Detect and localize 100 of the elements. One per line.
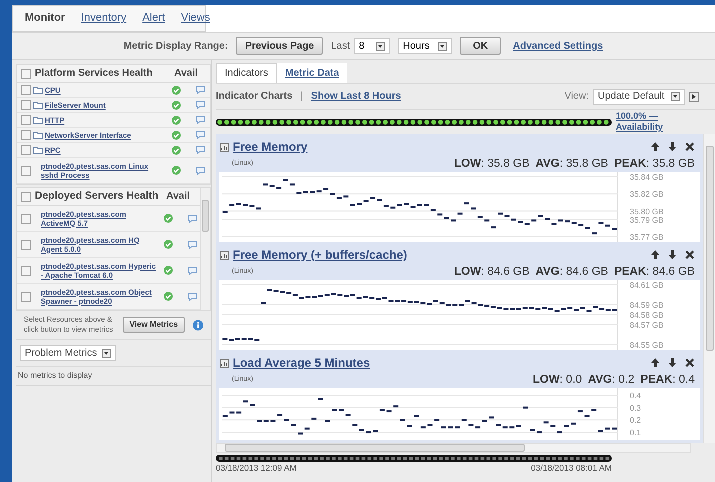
empty-message: No metrics to display — [16, 367, 211, 386]
move-down-icon[interactable] — [668, 142, 677, 152]
data-point — [414, 415, 420, 418]
data-point — [434, 419, 440, 422]
data-point — [598, 430, 604, 432]
scrollbar[interactable] — [703, 134, 715, 443]
close-icon[interactable] — [685, 358, 695, 368]
move-down-icon[interactable] — [668, 358, 677, 368]
checkbox[interactable] — [21, 115, 31, 125]
data-point — [471, 208, 476, 210]
content-tab[interactable]: Indicators — [216, 63, 278, 83]
show-last-link[interactable]: Show Last 8 Hours — [311, 89, 561, 104]
move-up-icon[interactable] — [651, 142, 660, 152]
checkbox[interactable] — [21, 292, 31, 302]
data-point — [290, 184, 295, 186]
comment-bubble-icon[interactable] — [187, 214, 198, 224]
move-down-icon[interactable] — [668, 250, 677, 260]
close-icon[interactable] — [685, 250, 695, 260]
checkbox[interactable] — [21, 85, 31, 95]
data-point — [344, 196, 349, 198]
timeline-bar-drawing[interactable] — [216, 455, 612, 462]
count-select[interactable]: 8 — [354, 38, 390, 54]
axis-tick-label: 35.79 GB — [630, 216, 664, 225]
data-point — [352, 424, 358, 426]
scrollbar[interactable] — [200, 188, 210, 310]
button[interactable]: Previous Page — [236, 37, 324, 55]
data-point — [384, 205, 389, 208]
content-tab[interactable]: Metric Data — [277, 63, 348, 83]
dropdown-caret-icon[interactable] — [376, 42, 386, 50]
data-point — [298, 432, 304, 435]
data-point — [270, 420, 276, 422]
stat-text: LOW: 0.0 — [532, 373, 582, 388]
stat-text: PEAK: 35.8 GB — [614, 157, 695, 172]
dropdown-caret-icon[interactable] — [438, 42, 448, 50]
comment-bubble-icon[interactable] — [195, 100, 206, 110]
availability-link[interactable]: 100.0% — Availability — [616, 111, 672, 133]
data-point — [571, 422, 576, 425]
checkbox[interactable] — [21, 192, 31, 202]
comment-bubble-icon[interactable] — [187, 292, 198, 302]
data-point — [312, 418, 317, 420]
data-point — [336, 197, 342, 200]
advanced-settings-link[interactable]: Advanced Settings — [513, 38, 604, 54]
checkbox[interactable] — [21, 145, 31, 155]
data-point — [359, 429, 364, 432]
chart-title-link[interactable]: Load Average 5 Minutes — [233, 354, 647, 372]
data-point — [478, 216, 483, 218]
dropdown-caret-icon[interactable] — [102, 348, 111, 358]
checkbox[interactable] — [21, 166, 31, 176]
stat-text: PEAK: 0.4 — [640, 373, 695, 388]
comment-bubble-icon[interactable] — [195, 145, 206, 155]
checkbox[interactable] — [21, 100, 31, 110]
data-point — [476, 426, 481, 429]
nav-tab[interactable]: Alert — [142, 10, 166, 27]
data-point — [222, 415, 228, 418]
unit-select[interactable]: Hours — [398, 38, 452, 54]
play-button-icon[interactable] — [689, 92, 699, 102]
chart-icon[interactable] — [220, 250, 229, 260]
move-up-icon[interactable] — [651, 358, 660, 368]
close-icon[interactable] — [685, 142, 695, 152]
chart-icon[interactable] — [220, 358, 229, 368]
move-up-icon[interactable] — [651, 250, 660, 260]
button[interactable]: OK — [460, 37, 502, 55]
checkbox[interactable] — [21, 214, 31, 224]
data-point — [592, 409, 597, 412]
chart-icon[interactable] — [220, 142, 229, 152]
data-point — [318, 398, 324, 400]
comment-bubble-icon[interactable] — [195, 115, 206, 125]
checkbox[interactable] — [21, 240, 31, 250]
data-point — [592, 232, 597, 235]
comment-bubble-icon[interactable] — [195, 130, 206, 140]
checkbox[interactable] — [21, 266, 31, 276]
view-label: View: — [564, 90, 589, 104]
comment-bubble-icon[interactable] — [195, 166, 206, 176]
dropdown-caret-icon[interactable] — [671, 92, 680, 101]
data-point — [491, 226, 496, 229]
comment-bubble-icon[interactable] — [187, 266, 198, 276]
data-point — [550, 425, 556, 428]
comment-bubble-icon[interactable] — [195, 85, 206, 95]
view-select[interactable]: Update Default — [593, 88, 685, 104]
checkbox[interactable] — [21, 68, 31, 78]
data-point — [482, 420, 488, 422]
comment-bubble-icon[interactable] — [187, 240, 198, 250]
info-icon[interactable] — [192, 320, 203, 330]
data-point — [325, 420, 330, 422]
chart-title-link[interactable]: Free Memory — [233, 138, 647, 156]
scrollbar[interactable] — [216, 443, 691, 453]
data-point — [584, 415, 590, 418]
timeline-start-date: 03/18/2013 12:09 AM — [216, 462, 297, 475]
nav-tab[interactable]: Views — [181, 10, 210, 27]
problem-metrics-select[interactable]: Problem Metrics — [20, 345, 116, 361]
checkbox[interactable] — [21, 130, 31, 140]
button[interactable]: View Metrics — [123, 317, 185, 333]
chart-title-link[interactable]: Free Memory (+ buffers/cache) — [233, 246, 647, 264]
data-point — [451, 220, 456, 222]
data-point — [468, 424, 474, 426]
nav-tab[interactable]: Inventory — [81, 10, 127, 27]
stat-text: PEAK: 84.6 GB — [614, 265, 695, 280]
data-point — [557, 432, 562, 434]
nav-tab[interactable]: Monitor — [25, 10, 66, 27]
data-point — [386, 410, 392, 413]
